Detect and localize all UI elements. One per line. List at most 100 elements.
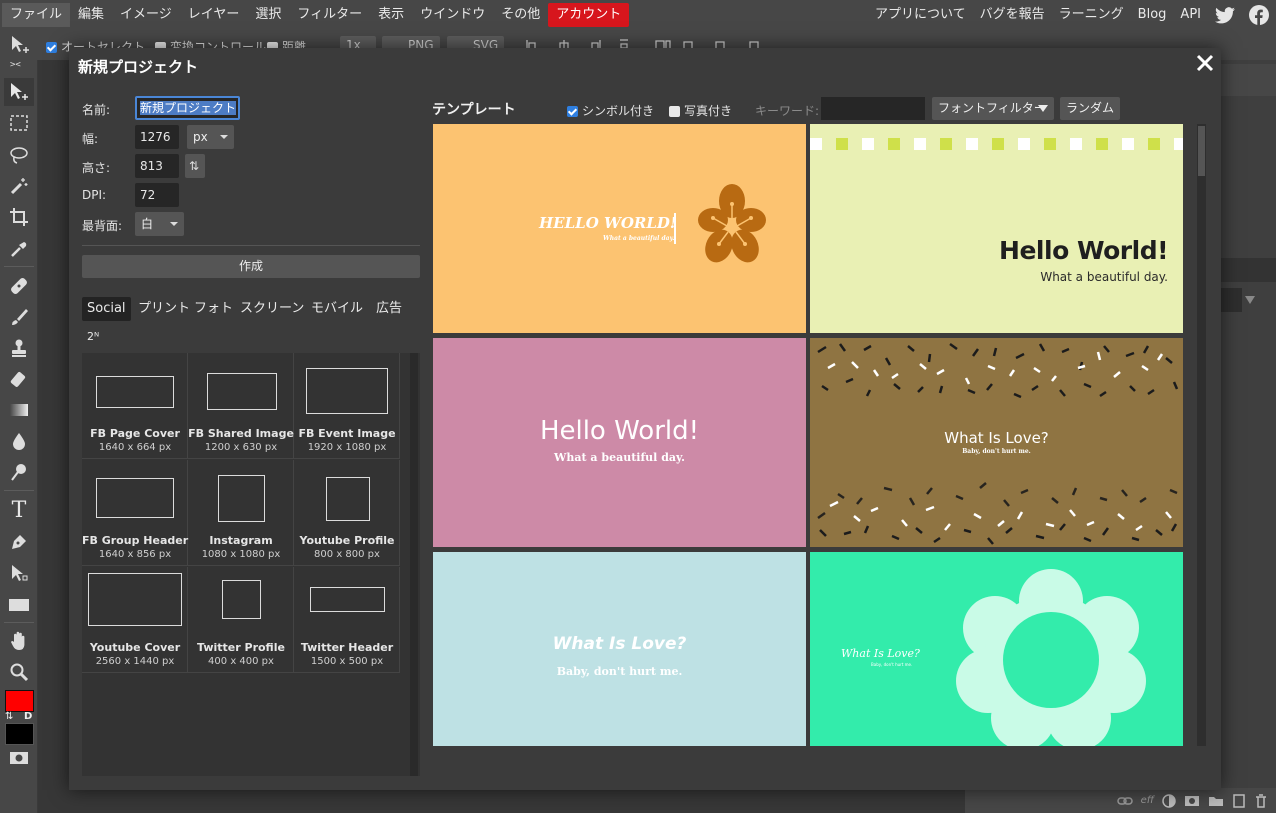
- hand-tool-icon[interactable]: [4, 627, 34, 655]
- chevron-down-icon[interactable]: [1245, 296, 1255, 304]
- link-icon[interactable]: [1116, 796, 1133, 806]
- mask-icon[interactable]: [1184, 795, 1200, 807]
- preset-youtube-profile[interactable]: Youtube Profile 800 x 800 px: [294, 460, 400, 566]
- menu-about[interactable]: アプリについて: [868, 3, 973, 27]
- tab-ads[interactable]: 広告: [371, 297, 407, 321]
- tab-social[interactable]: Social: [82, 297, 131, 321]
- shape-tool-icon[interactable]: [4, 591, 34, 619]
- template-card[interactable]: Hello World! What a beautiful day.: [433, 338, 806, 547]
- tab-mobile[interactable]: モバイル: [306, 297, 368, 321]
- quick-mask-icon[interactable]: [4, 744, 34, 772]
- chevron-down-icon: [1038, 105, 1048, 112]
- tab-power-of-two[interactable]: 2ᴺ: [82, 325, 104, 349]
- menu-api[interactable]: API: [1173, 3, 1208, 27]
- adjustment-icon[interactable]: [1162, 793, 1176, 808]
- random-button[interactable]: ランダム: [1060, 97, 1121, 120]
- menu-view[interactable]: 表示: [370, 3, 412, 27]
- eyedropper-tool-icon[interactable]: [4, 235, 34, 263]
- dpi-label: DPI:: [82, 188, 107, 202]
- tab-photo[interactable]: フォト: [189, 297, 238, 321]
- text-tool-icon[interactable]: T: [4, 496, 34, 524]
- template-scrollbar-thumb[interactable]: [1198, 126, 1205, 176]
- template-card[interactable]: What Is Love? Baby, don't hurt me.: [810, 338, 1183, 547]
- new-layer-icon[interactable]: [1232, 793, 1246, 808]
- marquee-tool-icon[interactable]: [4, 109, 34, 137]
- unit-select[interactable]: px: [187, 125, 234, 149]
- folder-icon[interactable]: [1208, 795, 1224, 807]
- autoselect-checkbox[interactable]: [46, 42, 57, 53]
- menu-more[interactable]: その他: [493, 3, 548, 27]
- preset-scrollbar[interactable]: [410, 353, 418, 776]
- menu-file[interactable]: ファイル: [2, 3, 71, 27]
- preset-instagram[interactable]: Instagram 1080 x 1080 px: [188, 460, 294, 566]
- menu-account[interactable]: アカウント: [548, 3, 630, 27]
- create-button[interactable]: 作成: [82, 255, 420, 278]
- name-value: 新規プロジェクト: [140, 101, 237, 115]
- background-select[interactable]: 白: [135, 212, 184, 236]
- template-scrollbar[interactable]: [1197, 124, 1206, 746]
- photos-checkbox[interactable]: [669, 106, 680, 117]
- dodge-tool-icon[interactable]: [4, 458, 34, 486]
- blend-mode-select[interactable]: [1220, 288, 1242, 312]
- height-input[interactable]: 813: [135, 154, 179, 178]
- stamp-tool-icon[interactable]: [4, 334, 34, 362]
- width-input[interactable]: 1276: [135, 125, 179, 149]
- lasso-tool-icon[interactable]: [4, 141, 34, 169]
- preset-fb-event-image[interactable]: FB Event Image 1920 x 1080 px: [294, 353, 400, 459]
- tab-screen[interactable]: スクリーン: [235, 297, 309, 321]
- default-colors-button[interactable]: D: [24, 711, 32, 722]
- menu-report-bug[interactable]: バグを報告: [973, 3, 1052, 27]
- gradient-tool-icon[interactable]: [4, 396, 34, 424]
- menu-edit[interactable]: 編集: [70, 3, 112, 27]
- twitter-icon[interactable]: [1213, 3, 1237, 27]
- template-title: What Is Love?: [841, 647, 920, 660]
- close-icon[interactable]: [1195, 53, 1215, 73]
- swap-colors-icon[interactable]: ⇅: [5, 711, 13, 722]
- template-card[interactable]: HELLO WORLD! What a beautiful day.: [433, 124, 806, 333]
- pen-tool-icon[interactable]: [4, 528, 34, 556]
- foreground-color-swatch[interactable]: [5, 690, 34, 712]
- tab-print[interactable]: プリント: [133, 297, 195, 321]
- preset-youtube-cover[interactable]: Youtube Cover 2560 x 1440 px: [82, 567, 188, 673]
- healing-tool-icon[interactable]: [4, 272, 34, 300]
- template-card[interactable]: What Is Love? Baby, don't hurt me.: [433, 552, 806, 746]
- zoom-tool-icon[interactable]: [4, 658, 34, 686]
- preset-twitter-profile[interactable]: Twitter Profile 400 x 400 px: [188, 567, 294, 673]
- divider: [674, 213, 676, 244]
- keyword-label: キーワード:: [755, 104, 820, 118]
- magic-wand-tool-icon[interactable]: [4, 172, 34, 200]
- panel-collapse-icon[interactable]: ><: [10, 60, 21, 70]
- chevron-down-icon: [170, 222, 178, 226]
- template-title: Hello World!: [999, 236, 1168, 265]
- name-input[interactable]: 新規プロジェクト: [135, 96, 240, 120]
- symbols-checkbox[interactable]: [567, 106, 578, 117]
- preset-fb-group-header[interactable]: FB Group Header 1640 x 856 px: [82, 460, 188, 566]
- blur-tool-icon[interactable]: [4, 427, 34, 455]
- preset-fb-shared-image[interactable]: FB Shared Image 1200 x 630 px: [188, 353, 294, 459]
- background-color-swatch[interactable]: [5, 723, 34, 745]
- menu-window[interactable]: ウインドウ: [412, 3, 493, 27]
- menu-filter[interactable]: フィルター: [289, 3, 370, 27]
- menu-learning[interactable]: ラーニング: [1052, 3, 1131, 27]
- move-tool-icon[interactable]: [4, 78, 34, 106]
- preset-fb-page-cover[interactable]: FB Page Cover 1640 x 664 px: [82, 353, 188, 459]
- crop-tool-icon[interactable]: [4, 203, 34, 231]
- facebook-icon[interactable]: [1247, 3, 1271, 27]
- template-card[interactable]: What Is Love? Baby, don't hurt me.: [810, 552, 1183, 746]
- menu-blog[interactable]: Blog: [1131, 3, 1174, 27]
- font-filter-button[interactable]: フォントフィルター: [932, 97, 1054, 120]
- eraser-tool-icon[interactable]: [4, 365, 34, 393]
- menu-select[interactable]: 選択: [247, 3, 289, 27]
- path-select-tool-icon[interactable]: [4, 559, 34, 587]
- menu-image[interactable]: イメージ: [112, 3, 180, 27]
- keyword-input[interactable]: [821, 97, 925, 120]
- effects-icon[interactable]: eff: [1141, 795, 1154, 806]
- panel-header: [1220, 64, 1276, 96]
- menu-layer[interactable]: レイヤー: [180, 3, 248, 27]
- preset-twitter-header[interactable]: Twitter Header 1500 x 500 px: [294, 567, 400, 673]
- dpi-input[interactable]: 72: [135, 183, 179, 207]
- trash-icon[interactable]: [1254, 793, 1268, 808]
- brush-tool-icon[interactable]: [4, 303, 34, 331]
- template-card[interactable]: Hello World! What a beautiful day.: [810, 124, 1183, 333]
- swap-dimensions-button[interactable]: ⇅: [185, 154, 205, 178]
